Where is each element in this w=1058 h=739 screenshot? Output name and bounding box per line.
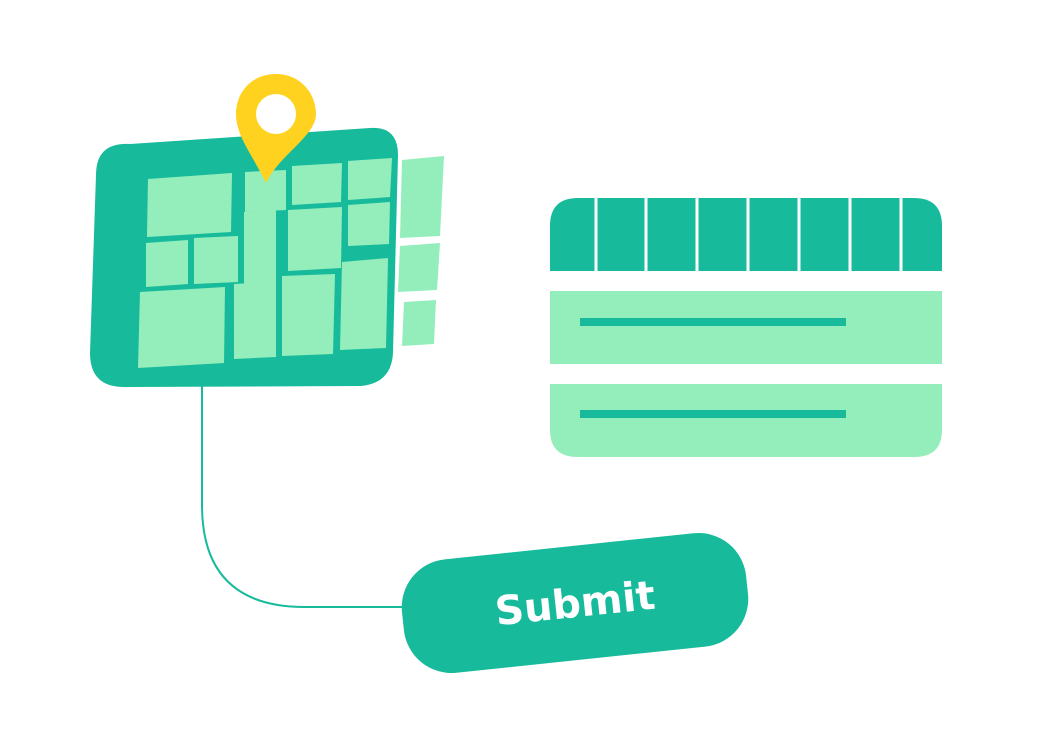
connector-line <box>201 380 410 608</box>
submit-button[interactable]: Submit <box>397 528 753 678</box>
table-row-line <box>580 318 846 326</box>
table-row <box>550 291 942 364</box>
table-icon <box>550 198 942 457</box>
table-header <box>550 198 942 271</box>
illustration: Submit <box>90 74 942 678</box>
table-row <box>550 384 942 457</box>
table-row-line <box>580 410 846 418</box>
